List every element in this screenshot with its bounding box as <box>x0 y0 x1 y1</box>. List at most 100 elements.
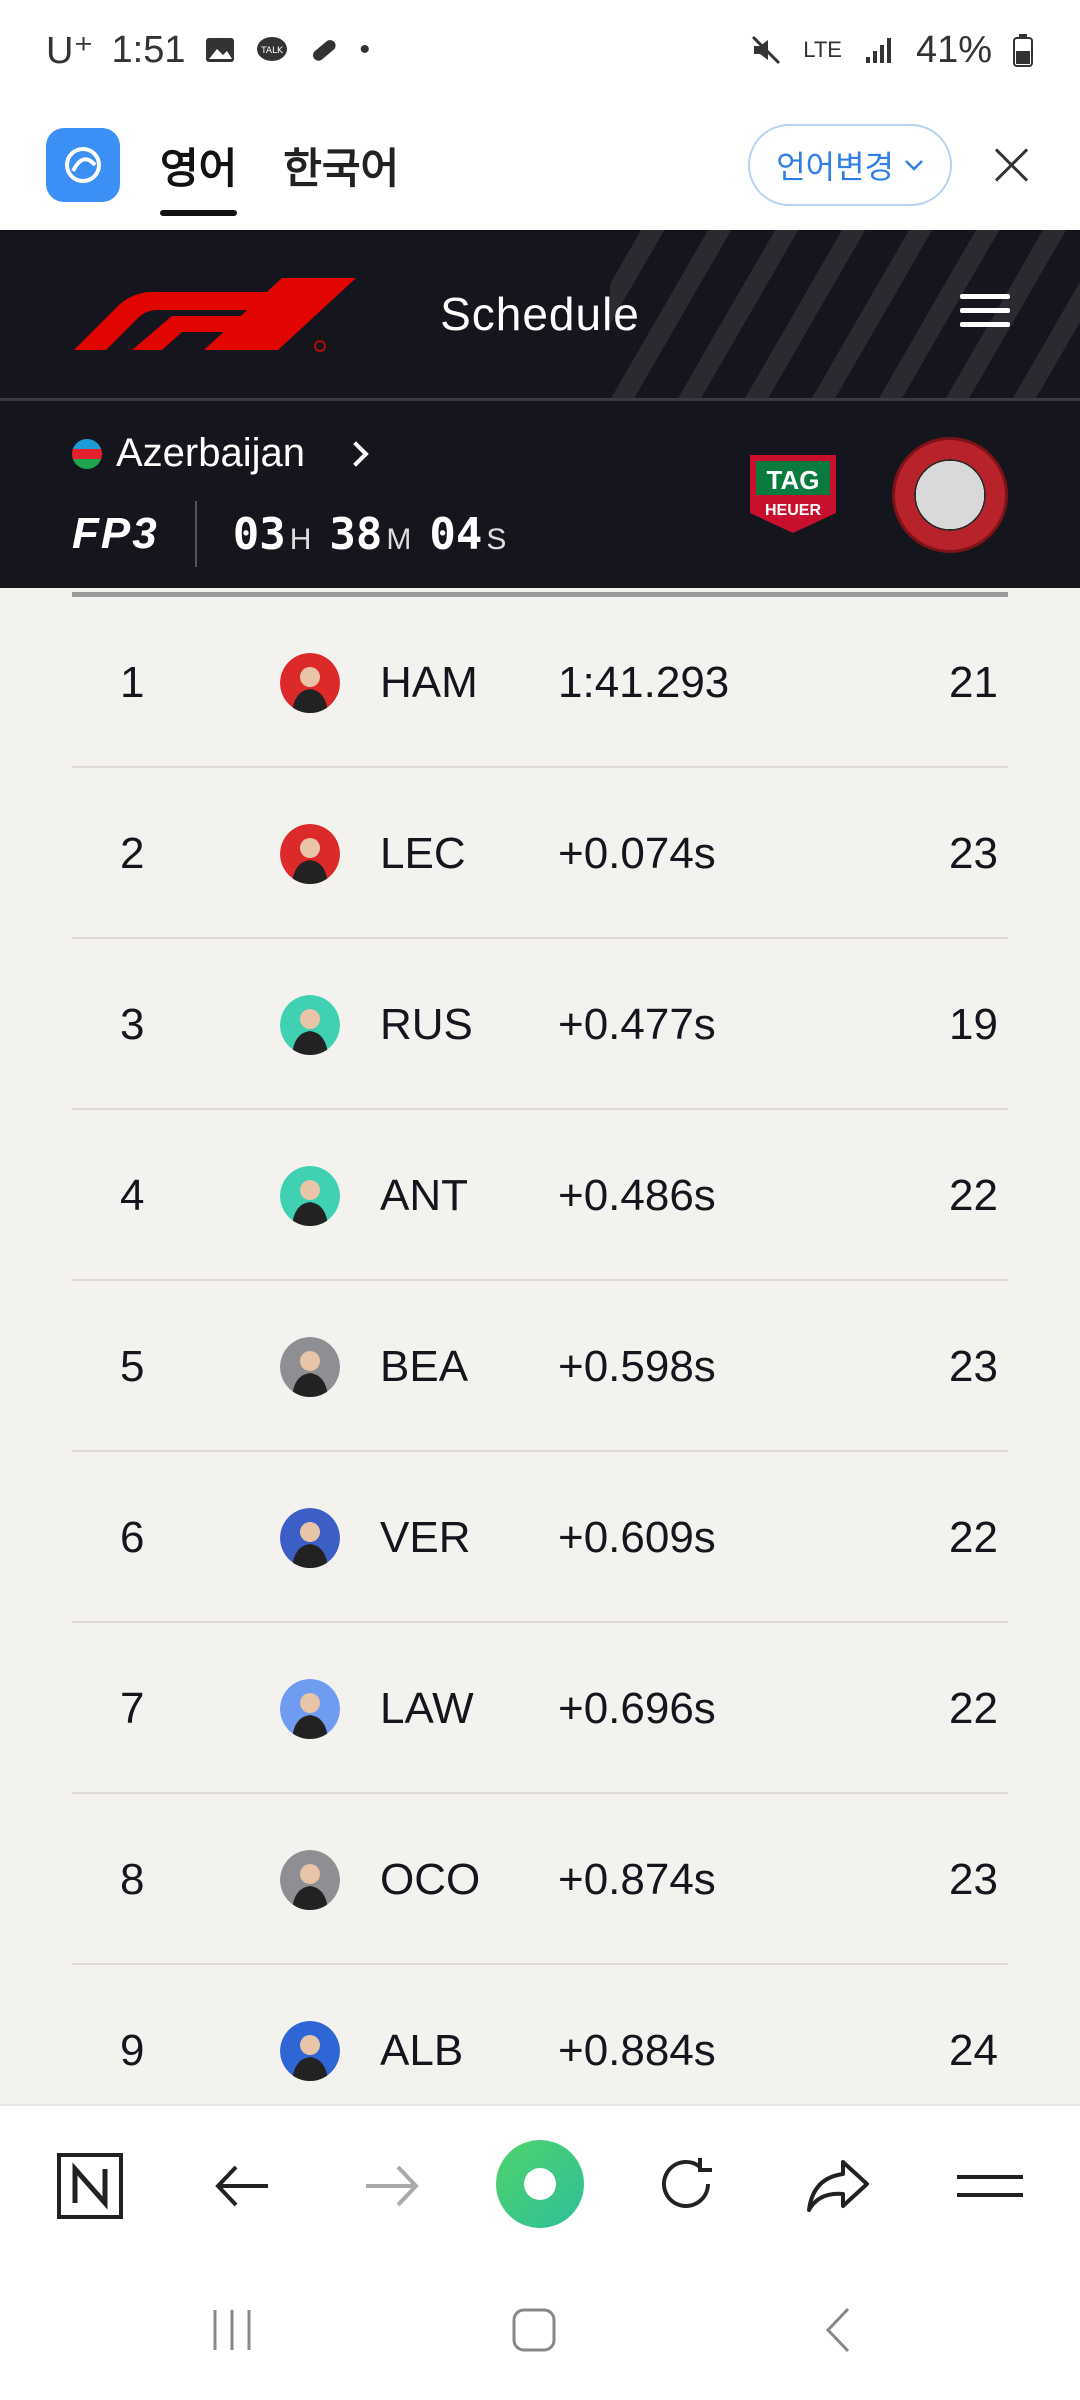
back-icon[interactable] <box>798 2300 878 2360</box>
driver-avatar <box>280 1166 340 1226</box>
driver-code: OCO <box>380 1855 481 1904</box>
lap-time: +0.477s <box>558 1000 716 1049</box>
result-row[interactable]: 5 BEA +0.598s 23 <box>72 1281 1008 1452</box>
signal-icon <box>865 38 891 63</box>
tag-heuer-logo[interactable]: TAG HEUER <box>746 453 840 535</box>
driver-code: ANT <box>380 1171 468 1220</box>
forward-arrow-icon[interactable] <box>352 2146 432 2226</box>
battery-percent: 41% <box>915 28 992 71</box>
sponsor-text-top: TAG <box>767 465 820 495</box>
page-title: Schedule <box>440 288 640 340</box>
countdown-minutes: 38 <box>329 508 383 560</box>
back-arrow-icon[interactable] <box>202 2146 282 2226</box>
countdown-seconds: 04 <box>429 508 483 560</box>
laps-count: 23 <box>949 1342 998 1391</box>
position-number: 1 <box>120 658 145 707</box>
driver-code: HAM <box>380 658 478 707</box>
driver-avatar <box>280 2021 340 2081</box>
menu-icon[interactable] <box>960 294 1010 336</box>
change-language-button[interactable]: 언어변경 <box>748 124 952 206</box>
countdown-minutes-unit: M <box>386 522 412 556</box>
close-icon[interactable] <box>990 143 1034 187</box>
laps-count: 23 <box>949 1855 998 1904</box>
f1-header: Schedule <box>0 230 1080 398</box>
position-number: 6 <box>120 1513 145 1562</box>
driver-avatar <box>280 1679 340 1739</box>
chevron-down-icon <box>905 160 923 171</box>
watch-image[interactable] <box>892 437 1008 553</box>
status-bar: U⁺ 1:51 TALK • LTE 41% <box>0 0 1080 100</box>
battery-icon <box>1013 34 1033 67</box>
laps-count: 22 <box>949 1513 998 1562</box>
network-type: LTE <box>803 37 842 62</box>
tab-target-language[interactable]: 한국어 <box>283 115 399 216</box>
country-name: Azerbaijan <box>116 431 306 475</box>
result-row[interactable]: 8 OCO +0.874s 23 <box>72 1794 1008 1965</box>
results-list: 1 HAM 1:41.293 21 2 LEC +0.074s 23 3 RUS +0.477s 19… <box>0 588 1080 2104</box>
position-number: 3 <box>120 1000 145 1049</box>
lap-time: +0.598s <box>558 1342 716 1391</box>
share-icon[interactable] <box>798 2146 878 2226</box>
countdown: 03 H 38 M 04 S <box>233 509 521 560</box>
lap-time: +0.874s <box>558 1855 716 1904</box>
papago-app-icon[interactable] <box>46 128 120 202</box>
browser-toolbar <box>0 2104 1080 2258</box>
countdown-hours: 03 <box>232 508 286 560</box>
svg-text:TALK: TALK <box>261 46 285 56</box>
azerbaijan-flag-icon <box>72 438 102 469</box>
result-row[interactable]: 2 LEC +0.074s 23 <box>72 768 1008 939</box>
result-row[interactable]: 4 ANT +0.486s 22 <box>72 1110 1008 1281</box>
result-row[interactable]: 7 LAW +0.696s 22 <box>72 1623 1008 1794</box>
laps-count: 22 <box>949 1171 998 1220</box>
lap-time: +0.486s <box>558 1171 716 1220</box>
change-language-label: 언어변경 <box>776 149 894 185</box>
tab-source-language[interactable]: 영어 <box>160 115 238 216</box>
lap-time: +0.609s <box>558 1513 716 1562</box>
driver-code: LEC <box>380 829 466 878</box>
refresh-icon[interactable] <box>648 2146 728 2226</box>
driver-avatar <box>280 653 340 713</box>
lap-time: 1:41.293 <box>558 658 730 707</box>
lap-time: +0.074s <box>558 829 716 878</box>
gallery-icon <box>206 38 235 62</box>
home-icon[interactable] <box>494 2300 574 2360</box>
system-nav-bar <box>0 2258 1080 2400</box>
laps-count: 24 <box>949 2026 998 2075</box>
chevron-right-icon <box>343 440 369 467</box>
result-row[interactable]: 9 ALB +0.884s 24 <box>72 1965 1008 2104</box>
laps-count: 21 <box>949 658 998 707</box>
result-row[interactable]: 3 RUS +0.477s 19 <box>72 939 1008 1110</box>
countdown-hours-unit: H <box>289 522 312 556</box>
position-number: 8 <box>120 1855 145 1904</box>
country-link[interactable]: Azerbaijan <box>72 431 369 476</box>
laps-count: 23 <box>949 829 998 878</box>
session-divider <box>194 501 197 567</box>
lap-time: +0.696s <box>558 1684 716 1733</box>
session-bar: Azerbaijan FP3 03 H 38 M 04 S TAG HEUER <box>0 401 1080 588</box>
driver-avatar <box>280 995 340 1055</box>
talk-icon: TALK <box>257 37 288 61</box>
driver-avatar <box>280 1508 340 1568</box>
pill-icon <box>313 40 337 61</box>
laps-count: 22 <box>949 1684 998 1733</box>
n-logo-icon[interactable] <box>50 2146 130 2226</box>
home-green-icon[interactable] <box>496 2140 584 2228</box>
sponsor-text-bottom: HEUER <box>765 502 821 519</box>
carrier-label: U⁺ <box>46 29 94 72</box>
menu-lines-icon[interactable] <box>950 2146 1030 2226</box>
result-row[interactable]: 6 VER +0.609s 22 <box>72 1452 1008 1623</box>
translate-bar: 영어 한국어 언어변경 <box>0 100 1080 230</box>
position-number: 7 <box>120 1684 145 1733</box>
position-number: 5 <box>120 1342 145 1391</box>
session-row: FP3 03 H 38 M 04 S <box>72 501 520 567</box>
driver-code: BEA <box>380 1342 469 1391</box>
laps-count: 19 <box>949 1000 998 1049</box>
driver-avatar <box>280 1337 340 1397</box>
position-number: 2 <box>120 829 145 878</box>
driver-avatar <box>280 1850 340 1910</box>
mute-icon <box>752 35 781 65</box>
driver-avatar <box>280 824 340 884</box>
result-row[interactable]: 1 HAM 1:41.293 21 <box>72 597 1008 768</box>
recents-icon[interactable] <box>192 2300 272 2360</box>
session-label: FP3 <box>72 509 159 558</box>
